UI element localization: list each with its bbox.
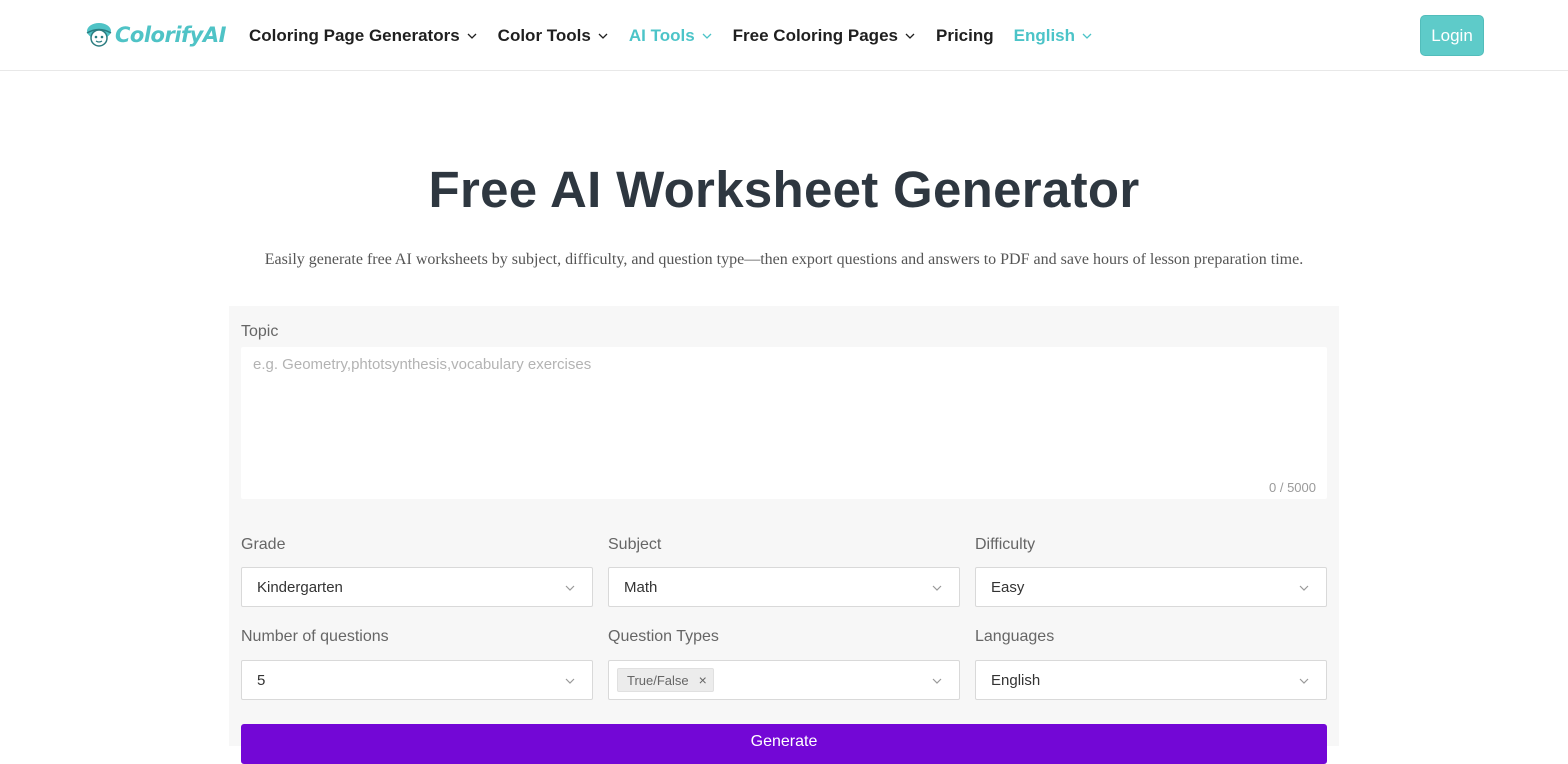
chevron-down-icon <box>467 33 477 39</box>
difficulty-value: Easy <box>991 579 1025 596</box>
nav-label: Coloring Page Generators <box>249 25 460 45</box>
topic-label: Topic <box>241 323 279 340</box>
page-subtitle: Easily generate free AI worksheets by su… <box>264 251 1304 268</box>
grade-label: Grade <box>241 536 286 553</box>
login-button[interactable]: Login <box>1420 15 1484 56</box>
worksheet-form: Topic e.g. Geometry,phtotsynthesis,vocab… <box>229 306 1339 764</box>
topic-char-counter: 0 / 5000 <box>1269 480 1316 495</box>
questions-value: 5 <box>257 672 266 689</box>
grade-value: Kindergarten <box>257 579 343 596</box>
chevron-down-icon <box>702 33 712 39</box>
question-types-select[interactable]: True/False × <box>608 660 960 700</box>
nav-label: AI Tools <box>628 25 695 45</box>
topic-input[interactable]: e.g. Geometry,phtotsynthesis,vocabulary … <box>241 347 1327 499</box>
question-types-label: Question Types <box>608 628 719 645</box>
chevron-down-icon <box>565 585 575 591</box>
languages-select[interactable]: English <box>975 660 1327 700</box>
questions-label: Number of questions <box>241 628 389 645</box>
chevron-down-icon <box>932 678 942 684</box>
site-header: ColorifyAI Coloring Page Generators Colo… <box>0 0 1568 71</box>
nav-label: Color Tools <box>497 25 591 45</box>
nav-pricing[interactable]: Pricing <box>936 26 994 46</box>
logo[interactable]: ColorifyAI <box>84 18 226 52</box>
chevron-down-icon <box>932 585 942 591</box>
logo-mascot-icon <box>86 23 112 47</box>
main-nav: Coloring Page Generators Color Tools AI … <box>249 0 1113 71</box>
subject-label: Subject <box>608 536 662 553</box>
languages-value: English <box>991 672 1041 689</box>
nav-color-tools[interactable]: Color Tools <box>498 26 609 46</box>
languages-label: Languages <box>975 628 1055 645</box>
chevron-down-icon <box>1299 678 1309 684</box>
subject-select[interactable]: Math <box>608 567 960 607</box>
logo-text: ColorifyAI <box>115 23 226 47</box>
nav-label: Free Coloring Pages <box>732 25 898 45</box>
nav-ai-tools[interactable]: AI Tools <box>629 26 713 46</box>
nav-free-coloring-pages[interactable]: Free Coloring Pages <box>733 26 916 46</box>
topic-placeholder: e.g. Geometry,phtotsynthesis,vocabulary … <box>253 356 592 373</box>
chevron-down-icon <box>1082 33 1092 39</box>
page-title: Free AI Worksheet Generator <box>428 161 1140 218</box>
generate-button[interactable]: Generate <box>241 724 1327 764</box>
question-type-tag: True/False × <box>617 668 714 692</box>
close-icon[interactable]: × <box>699 672 707 688</box>
chevron-down-icon <box>905 33 915 39</box>
tag-label: True/False <box>627 672 689 688</box>
nav-label: English <box>1013 25 1076 45</box>
language-selector[interactable]: English <box>1014 26 1093 46</box>
chevron-down-icon <box>565 678 575 684</box>
difficulty-select[interactable]: Easy <box>975 567 1327 607</box>
grade-select[interactable]: Kindergarten <box>241 567 593 607</box>
difficulty-label: Difficulty <box>975 536 1036 553</box>
nav-coloring-page-generators[interactable]: Coloring Page Generators <box>249 26 478 46</box>
questions-select[interactable]: 5 <box>241 660 593 700</box>
subject-value: Math <box>624 579 658 596</box>
chevron-down-icon <box>1299 585 1309 591</box>
chevron-down-icon <box>598 33 608 39</box>
nav-label: Pricing <box>935 25 994 45</box>
